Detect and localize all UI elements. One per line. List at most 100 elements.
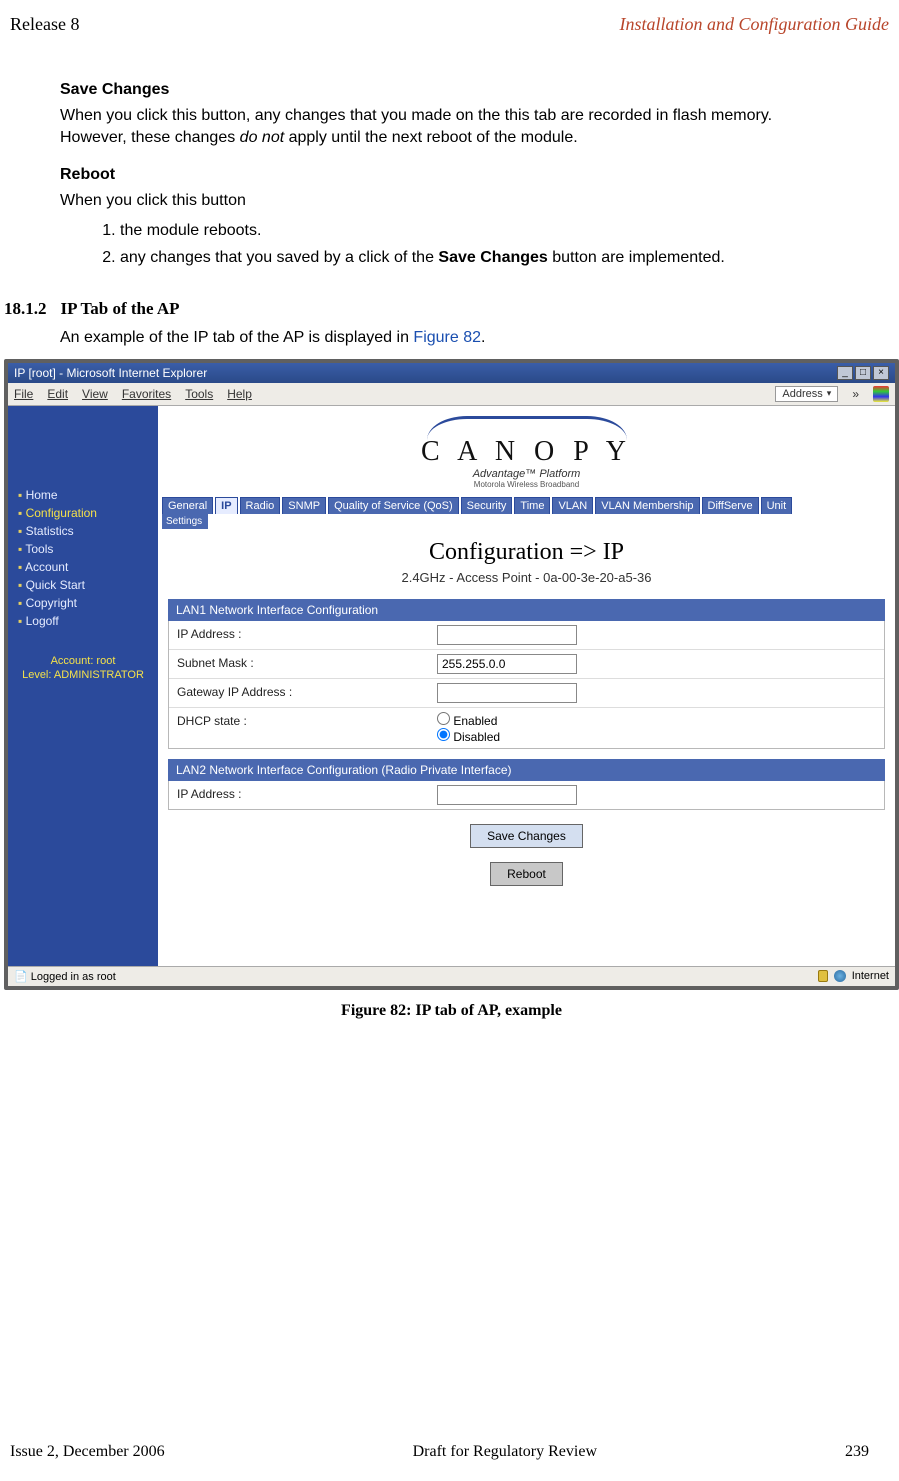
section-title: IP Tab of the AP bbox=[61, 299, 180, 319]
text: . bbox=[481, 329, 485, 346]
button-row-2: Reboot bbox=[168, 858, 885, 886]
logo-name: C A N O P Y bbox=[158, 436, 895, 468]
sidebar-item-configuration[interactable]: Configuration bbox=[18, 504, 158, 522]
sidebar-item-home[interactable]: Home bbox=[18, 486, 158, 504]
lan2-title: LAN2 Network Interface Configuration (Ra… bbox=[168, 759, 885, 781]
gateway-ip-input[interactable] bbox=[437, 683, 577, 703]
canopy-logo: C A N O P Y Advantage™ Platform Motorola… bbox=[158, 406, 895, 493]
reboot-button[interactable]: Reboot bbox=[490, 862, 563, 886]
sidebar-item-logoff[interactable]: Logoff bbox=[18, 612, 158, 630]
account-name: Account: root bbox=[8, 654, 158, 668]
expand-chevron-icon[interactable]: » bbox=[852, 387, 859, 401]
page-footer: Issue 2, December 2006 Draft for Regulat… bbox=[0, 1433, 879, 1471]
dhcp-disabled-option[interactable]: Disabled bbox=[437, 730, 500, 744]
sidebar-item-copyright[interactable]: Copyright bbox=[18, 594, 158, 612]
header-right: Installation and Configuration Guide bbox=[619, 14, 889, 35]
tab-diffserve[interactable]: DiffServe bbox=[702, 497, 759, 514]
figure-caption: Figure 82: IP tab of AP, example bbox=[4, 1002, 899, 1020]
menu-tools[interactable]: Tools bbox=[185, 387, 213, 401]
lan2-ip-input[interactable] bbox=[437, 785, 577, 805]
config-panel: Configuration => IP 2.4GHz - Access Poin… bbox=[168, 539, 885, 886]
panel-title: Configuration => IP bbox=[168, 539, 885, 566]
menu-favorites[interactable]: Favorites bbox=[122, 387, 171, 401]
tab-unit[interactable]: Unit bbox=[761, 497, 793, 514]
maximize-button[interactable]: □ bbox=[855, 366, 871, 380]
text: button are implemented. bbox=[548, 249, 725, 266]
text: An example of the IP tab of the AP is di… bbox=[60, 329, 413, 346]
dhcp-disabled-radio[interactable] bbox=[437, 728, 450, 741]
text-italic: do not bbox=[240, 129, 284, 146]
tab-qos[interactable]: Quality of Service (QoS) bbox=[328, 497, 459, 514]
save-changes-button[interactable]: Save Changes bbox=[470, 824, 583, 848]
browser-window: IP [root] - Microsoft Internet Explorer … bbox=[4, 359, 899, 990]
tab-security[interactable]: Security bbox=[461, 497, 513, 514]
main-panel: C A N O P Y Advantage™ Platform Motorola… bbox=[158, 406, 895, 966]
ip-address-input[interactable] bbox=[437, 625, 577, 645]
text: any changes that you saved by a click of… bbox=[120, 249, 438, 266]
dhcp-state-label: DHCP state : bbox=[169, 708, 429, 748]
footer-issue: Issue 2, December 2006 bbox=[10, 1443, 165, 1461]
tab-snmp[interactable]: SNMP bbox=[282, 497, 326, 514]
logo-subtitle2: Motorola Wireless Broadband bbox=[158, 480, 895, 489]
section-number: 18.1.2 bbox=[4, 299, 47, 319]
tab-time[interactable]: Time bbox=[514, 497, 550, 514]
sidebar-item-tools[interactable]: Tools bbox=[18, 540, 158, 558]
page-header: Release 8 Installation and Configuration… bbox=[0, 0, 899, 43]
tab-general[interactable]: General bbox=[162, 497, 213, 514]
nav-sidebar: Home Configuration Statistics Tools Acco… bbox=[8, 406, 158, 966]
footer-page-number: 239 bbox=[845, 1443, 869, 1461]
status-right: Internet bbox=[818, 970, 889, 982]
text: Disabled bbox=[453, 730, 500, 744]
sidebar-item-account[interactable]: Account bbox=[18, 558, 158, 576]
subnet-mask-input[interactable] bbox=[437, 654, 577, 674]
window-buttons: _ □ × bbox=[837, 366, 889, 380]
footer-draft: Draft for Regulatory Review bbox=[413, 1443, 597, 1461]
ip-address-label: IP Address : bbox=[169, 621, 429, 649]
reboot-heading: Reboot bbox=[60, 166, 839, 184]
close-button[interactable]: × bbox=[873, 366, 889, 380]
lan1-title: LAN1 Network Interface Configuration bbox=[168, 599, 885, 621]
logo-subtitle: Advantage™ Platform bbox=[158, 468, 895, 480]
tab-radio[interactable]: Radio bbox=[240, 497, 281, 514]
sidebar-item-statistics[interactable]: Statistics bbox=[18, 522, 158, 540]
lan1-fieldset: LAN1 Network Interface Configuration IP … bbox=[168, 599, 885, 749]
menu-edit[interactable]: Edit bbox=[47, 387, 68, 401]
browser-titlebar: IP [root] - Microsoft Internet Explorer … bbox=[8, 363, 895, 383]
document-content: Save Changes When you click this button,… bbox=[0, 43, 899, 1020]
text: apply until the next reboot of the modul… bbox=[284, 129, 578, 146]
sidebar-item-quickstart[interactable]: Quick Start bbox=[18, 576, 158, 594]
nav-list: Home Configuration Statistics Tools Acco… bbox=[18, 486, 158, 630]
status-left: 📄 Logged in as root bbox=[14, 970, 116, 983]
menu-help[interactable]: Help bbox=[227, 387, 252, 401]
menu-view[interactable]: View bbox=[82, 387, 108, 401]
browser-body: Home Configuration Statistics Tools Acco… bbox=[8, 406, 895, 966]
address-label: Address bbox=[782, 388, 822, 400]
internet-zone-icon bbox=[834, 970, 846, 982]
zone-text: Internet bbox=[852, 970, 889, 982]
address-box[interactable]: Address bbox=[775, 386, 838, 402]
section-intro: An example of the IP tab of the AP is di… bbox=[60, 327, 839, 349]
figure-link[interactable]: Figure 82 bbox=[413, 329, 481, 346]
header-left: Release 8 bbox=[10, 14, 79, 35]
tab-vlan[interactable]: VLAN bbox=[552, 497, 593, 514]
account-level: Level: ADMINISTRATOR bbox=[8, 668, 158, 682]
figure-82: IP [root] - Microsoft Internet Explorer … bbox=[4, 359, 899, 1020]
section-heading: 18.1.2 IP Tab of the AP bbox=[4, 299, 839, 319]
save-changes-paragraph: When you click this button, any changes … bbox=[60, 105, 839, 148]
text-bold: Save Changes bbox=[438, 249, 547, 266]
menu-file[interactable]: File bbox=[14, 387, 33, 401]
dhcp-enabled-option[interactable]: Enabled bbox=[437, 714, 497, 728]
windows-logo-icon bbox=[873, 386, 889, 402]
lan2-ip-label: IP Address : bbox=[169, 781, 429, 809]
tab-vlan-membership[interactable]: VLAN Membership bbox=[595, 497, 699, 514]
tab-ip[interactable]: IP bbox=[215, 497, 237, 514]
list-item: the module reboots. bbox=[120, 220, 839, 242]
dhcp-enabled-radio[interactable] bbox=[437, 712, 450, 725]
minimize-button[interactable]: _ bbox=[837, 366, 853, 380]
account-info: Account: root Level: ADMINISTRATOR bbox=[8, 654, 158, 683]
gateway-ip-label: Gateway IP Address : bbox=[169, 679, 429, 707]
text: Enabled bbox=[453, 714, 497, 728]
group-settings-label: Settings bbox=[162, 514, 208, 529]
status-text: Logged in as root bbox=[31, 971, 116, 983]
reboot-steps: the module reboots. any changes that you… bbox=[120, 220, 839, 269]
